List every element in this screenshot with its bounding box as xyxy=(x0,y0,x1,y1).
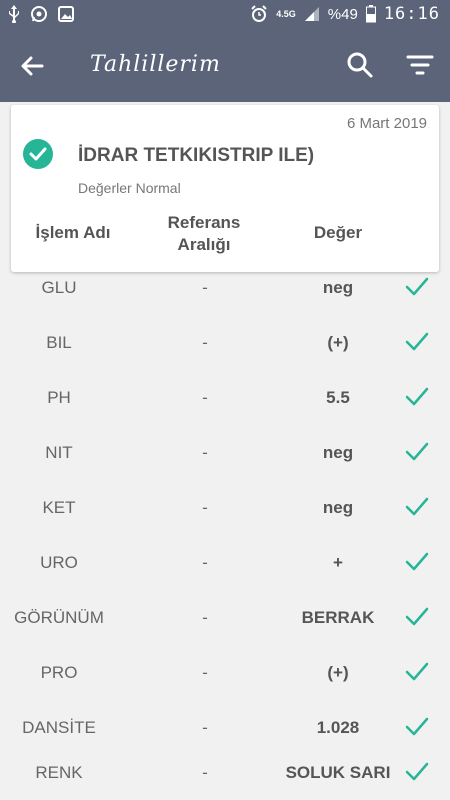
test-value: neg xyxy=(322,278,354,297)
system-icons: 4.5G %49 16:16 xyxy=(250,4,440,24)
page-title: Tahlillerim xyxy=(90,52,221,77)
test-value: neg xyxy=(322,498,354,517)
reference-range: - xyxy=(202,498,208,517)
notification-icons xyxy=(8,5,74,23)
reference-range: - xyxy=(202,553,208,572)
check-icon xyxy=(405,662,429,681)
test-item-name: KET xyxy=(42,498,76,517)
table-row: PH - 5.5 xyxy=(0,370,450,425)
app-bar: Tahlillerim xyxy=(0,30,450,102)
test-value: + xyxy=(333,553,343,572)
reference-range: - xyxy=(202,388,208,407)
table-row: KET - neg xyxy=(0,480,450,535)
check-icon xyxy=(405,442,429,461)
status-bar: 4.5G %49 16:16 xyxy=(0,0,450,30)
check-icon xyxy=(405,552,429,571)
test-value: neg xyxy=(322,443,354,462)
test-item-name: PRO xyxy=(40,663,78,682)
reference-range: - xyxy=(202,333,208,352)
reference-range: - xyxy=(202,443,208,462)
whatsapp-icon xyxy=(31,6,47,22)
test-value: 5.5 xyxy=(326,388,350,407)
battery-icon xyxy=(365,5,376,23)
check-icon xyxy=(405,387,429,406)
battery-percent: %49 xyxy=(327,5,358,23)
test-summary-card: 6 Mart 2019 İDRAR TETKIKISTRIP ILE) Değe… xyxy=(11,105,439,272)
table-row: PRO - (+) xyxy=(0,645,450,700)
table-row: URO - + xyxy=(0,535,450,590)
filter-icon[interactable] xyxy=(406,53,434,77)
test-value: SOLUK SARI xyxy=(285,763,391,782)
test-value: (+) xyxy=(327,663,349,682)
test-value: BERRAK xyxy=(301,608,375,627)
table-row: GLU - neg xyxy=(0,260,450,315)
column-header-value: Değer xyxy=(313,223,363,242)
test-item-name: NIT xyxy=(45,443,73,462)
check-icon xyxy=(405,332,429,351)
column-header-reference-line1: Referans xyxy=(167,213,241,232)
reference-range: - xyxy=(202,763,208,782)
usb-icon xyxy=(9,5,19,23)
back-arrow-icon[interactable] xyxy=(18,52,46,80)
check-icon xyxy=(405,497,429,516)
gallery-icon xyxy=(58,6,74,22)
table-row: NIT - neg xyxy=(0,425,450,480)
status-check-icon xyxy=(23,139,53,169)
test-item-name: BIL xyxy=(46,333,72,352)
test-date: 6 Mart 2019 xyxy=(346,115,427,132)
check-icon xyxy=(405,277,429,296)
column-header-name: İşlem Adı xyxy=(35,223,111,242)
signal-icon xyxy=(304,7,319,21)
test-item-name: RENK xyxy=(35,763,83,782)
check-icon xyxy=(405,717,429,736)
result-summary: Değerler Normal xyxy=(78,180,181,196)
reference-range: - xyxy=(202,278,208,297)
table-row: RENK - SOLUK SARI xyxy=(0,745,450,800)
test-item-name: GÖRÜNÜM xyxy=(14,608,104,627)
clock: 16:16 xyxy=(383,4,440,24)
column-header-reference: Referans Aralığı xyxy=(149,212,259,256)
column-header-reference-line2: Aralığı xyxy=(177,235,231,254)
reference-range: - xyxy=(202,663,208,682)
network-type: 4.5G xyxy=(276,9,296,19)
test-value: (+) xyxy=(327,333,349,352)
test-item-name: PH xyxy=(47,388,71,407)
table-row: BIL - (+) xyxy=(0,315,450,370)
reference-range: - xyxy=(202,608,208,627)
test-item-name: GLU xyxy=(41,278,77,297)
test-item-name: URO xyxy=(40,553,78,572)
alarm-icon xyxy=(251,5,267,22)
check-icon xyxy=(405,762,429,781)
check-icon xyxy=(405,607,429,626)
search-icon[interactable] xyxy=(346,51,374,79)
test-name: İDRAR TETKIKISTRIP ILE) xyxy=(78,145,315,166)
table-row: GÖRÜNÜM - BERRAK xyxy=(0,590,450,645)
